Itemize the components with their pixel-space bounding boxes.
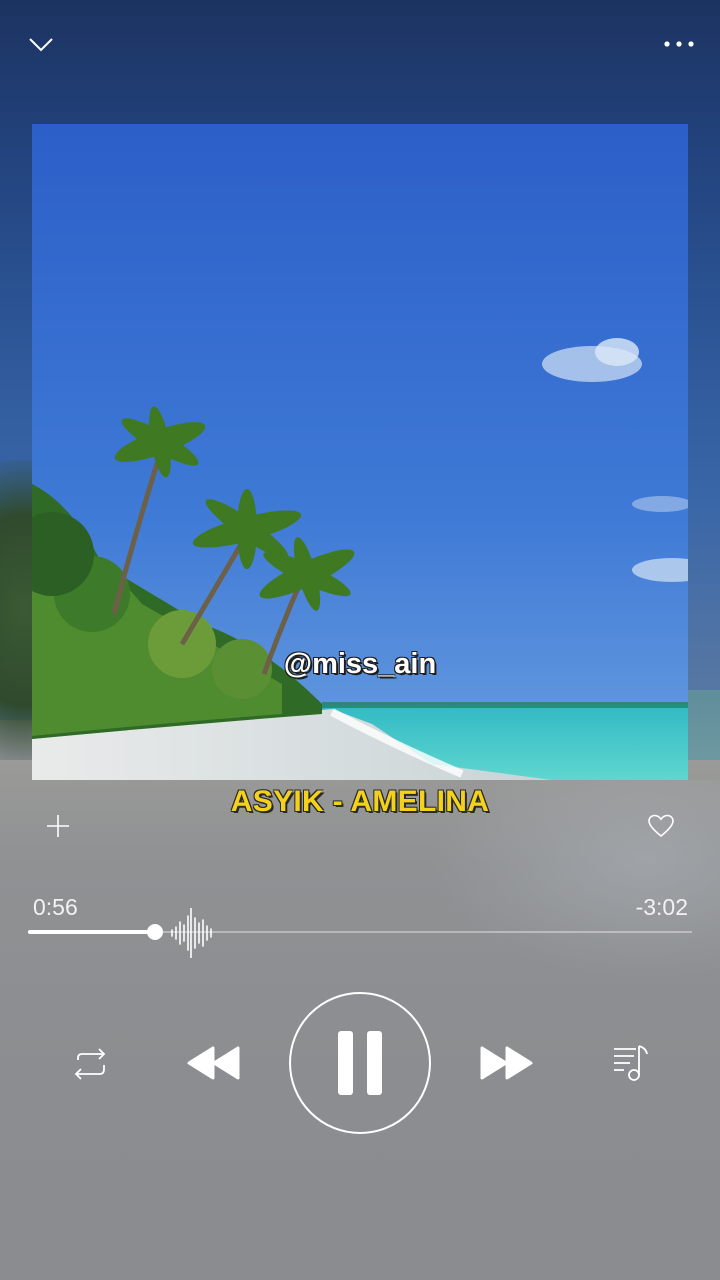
progress-thumb[interactable] [147, 924, 164, 940]
playlist-icon [614, 1045, 648, 1081]
remaining-time: -3:02 [635, 894, 688, 920]
album-artwork: @miss_ain [32, 124, 688, 780]
watermark-text: @miss_ain [283, 648, 437, 680]
like-button[interactable] [642, 808, 680, 844]
more-options-button[interactable] [658, 28, 700, 60]
pause-icon [338, 1031, 382, 1095]
previous-track-button[interactable] [182, 1040, 244, 1086]
song-title: ASYIK - AMELINA [230, 785, 490, 818]
repeat-icon [74, 1048, 106, 1080]
progress-slider[interactable] [28, 908, 692, 958]
collapse-button[interactable] [22, 28, 60, 60]
next-track-button[interactable] [476, 1040, 538, 1086]
chevron-down-icon [29, 38, 53, 52]
plus-icon [47, 815, 69, 837]
playlist-button[interactable] [608, 1042, 652, 1084]
elapsed-time: 0:56 [33, 894, 78, 920]
beach-scene-image [32, 124, 688, 780]
more-dots-icon [664, 41, 694, 47]
heart-icon [648, 814, 674, 838]
rewind-icon [187, 1046, 240, 1080]
add-to-playlist-button[interactable] [40, 808, 76, 844]
repeat-button[interactable] [68, 1044, 112, 1084]
play-pause-button[interactable] [289, 992, 431, 1134]
fast-forward-icon [480, 1046, 533, 1080]
progress-fill [28, 930, 156, 934]
waveform-icon [171, 908, 212, 958]
